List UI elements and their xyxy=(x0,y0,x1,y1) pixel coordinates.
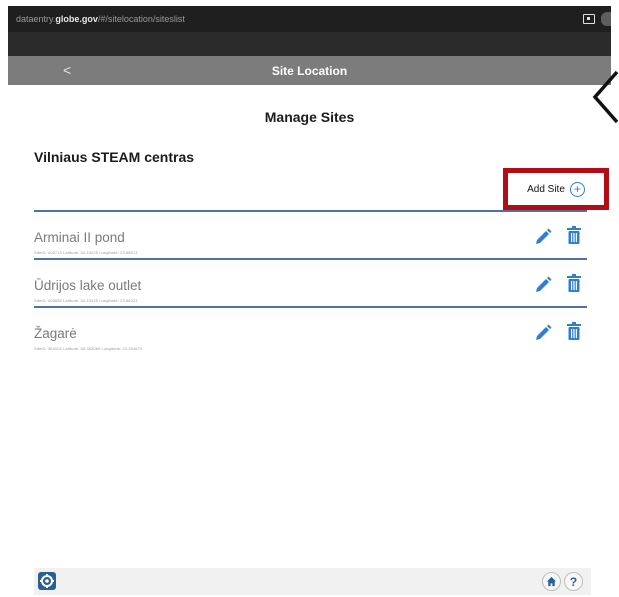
app-screen: dataentry.globe.gov/#/sitelocation/sites… xyxy=(0,0,619,597)
edit-pencil-icon[interactable] xyxy=(534,324,552,342)
plus-circle-icon: + xyxy=(569,181,585,197)
home-button[interactable] xyxy=(542,572,561,591)
site-name: Ūdrijos lake outlet xyxy=(34,278,142,293)
edit-pencil-icon[interactable] xyxy=(534,276,552,294)
help-icon: ? xyxy=(569,574,578,589)
edit-pencil-icon[interactable] xyxy=(534,228,552,246)
page-title: Manage Sites xyxy=(264,109,355,125)
header-title: Site Location xyxy=(271,63,348,78)
add-site-highlight: Add Site + xyxy=(503,168,609,210)
site-meta: SiteID: 405684 Latitude: 54.43325 Longit… xyxy=(34,298,138,303)
app-header: < Site Location xyxy=(8,56,611,85)
site-meta: SiteID: 364104 Latitude: 56.362069 Longi… xyxy=(34,346,143,351)
profile-icon[interactable] xyxy=(601,12,611,26)
add-site-button[interactable]: Add Site + xyxy=(527,181,585,197)
url-text[interactable]: dataentry.globe.gov/#/sitelocation/sites… xyxy=(16,14,185,24)
footer-bar: ? xyxy=(34,568,591,595)
organization-name: Vilniaus STEAM centras xyxy=(34,149,195,165)
back-button[interactable]: < xyxy=(63,62,71,78)
help-button[interactable]: ? xyxy=(564,572,583,591)
trash-icon[interactable] xyxy=(567,226,581,244)
site-list: Arminai II pond SiteID: 405713 Latitude:… xyxy=(34,210,587,356)
trash-icon[interactable] xyxy=(567,322,581,340)
browser-url-bar[interactable]: dataentry.globe.gov/#/sitelocation/sites… xyxy=(8,6,611,32)
settings-button[interactable] xyxy=(38,572,56,590)
screen-capture-icon[interactable] xyxy=(583,14,595,24)
browser-toolbar-band xyxy=(8,32,611,56)
site-name: Žagarė xyxy=(34,326,77,341)
home-icon xyxy=(546,576,557,587)
site-name: Arminai II pond xyxy=(34,230,125,245)
site-row[interactable]: Žagarė SiteID: 364104 Latitude: 56.36206… xyxy=(34,308,587,356)
site-row[interactable]: Arminai II pond SiteID: 405713 Latitude:… xyxy=(34,212,587,260)
add-site-label: Add Site xyxy=(527,183,565,195)
site-row[interactable]: Ūdrijos lake outlet SiteID: 405684 Latit… xyxy=(34,260,587,308)
trash-icon[interactable] xyxy=(567,274,581,292)
site-meta: SiteID: 405713 Latitude: 54.43225 Longit… xyxy=(34,250,138,255)
browser-icons xyxy=(583,6,611,32)
gear-icon xyxy=(40,574,54,588)
